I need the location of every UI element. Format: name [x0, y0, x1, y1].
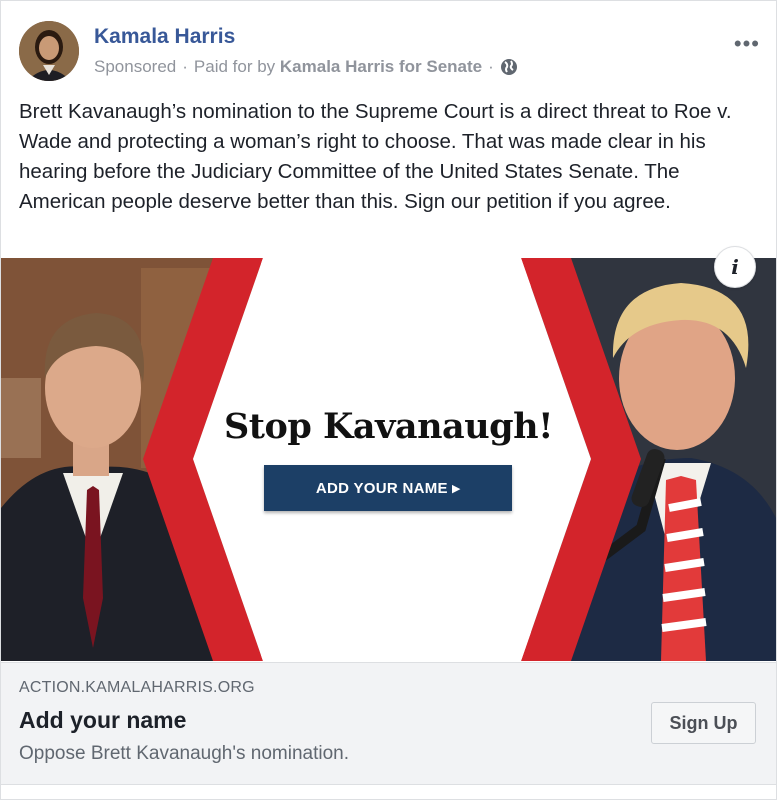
sign-up-button[interactable]: Sign Up [651, 702, 756, 744]
ad-image-artwork [1, 258, 776, 661]
link-title[interactable]: Add your name [19, 707, 186, 734]
post-meta: Sponsored · Paid for by Kamala Harris fo… [94, 57, 518, 77]
sponsored-post: Kamala Harris Sponsored · Paid for by Ka… [0, 0, 777, 800]
author-avatar[interactable] [19, 21, 79, 81]
globe-icon[interactable] [500, 58, 518, 76]
link-domain: ACTION.KAMALAHARRIS.ORG [19, 679, 255, 696]
ad-headline: Stop Kavanaugh! [224, 406, 553, 447]
more-options-button[interactable]: ••• [734, 33, 760, 55]
paid-by-link[interactable]: Kamala Harris for Senate [280, 57, 482, 77]
meta-separator: · [182, 57, 188, 76]
author-name[interactable]: Kamala Harris [94, 25, 235, 49]
info-button[interactable]: i [714, 246, 756, 288]
ad-image[interactable] [1, 258, 776, 661]
post-header: Kamala Harris Sponsored · Paid for by Ka… [19, 21, 776, 83]
meta-separator-2: · [488, 57, 494, 76]
paid-prefix: Paid for by [193, 57, 276, 76]
link-description: Oppose Brett Kavanaugh's nomination. [19, 743, 350, 764]
link-preview[interactable]: ACTION.KAMALAHARRIS.ORG Add your name Op… [1, 662, 776, 785]
add-your-name-image-button[interactable]: ADD YOUR NAME ▸ [264, 465, 512, 511]
post-body-text: Brett Kavanaugh’s nomination to the Supr… [19, 100, 732, 213]
sponsored-label[interactable]: Sponsored [94, 57, 176, 77]
